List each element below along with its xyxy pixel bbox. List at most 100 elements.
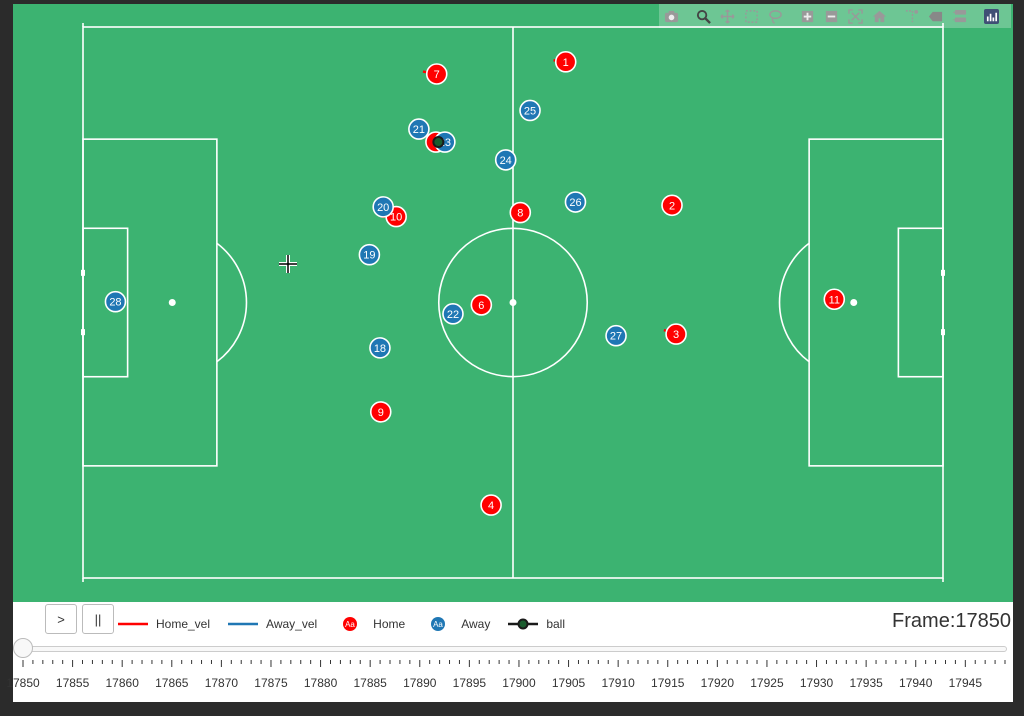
slider-tick-label[interactable]: 17940 xyxy=(899,676,932,690)
legend-item-home-vel[interactable]: Home_vel xyxy=(118,617,210,631)
zoom-in-icon xyxy=(801,10,813,22)
home-player-1[interactable]: 1 xyxy=(554,51,577,73)
zoom-out-icon xyxy=(825,10,837,22)
play-button[interactable]: > xyxy=(45,604,77,634)
animation-controls: > || Home_vel Away_vel Aa Home Aa Away ball Fr… xyxy=(6,602,1013,702)
home-player-8[interactable]: 8 xyxy=(509,201,532,224)
left-penalty-arc xyxy=(216,242,248,363)
home-player-11[interactable]: 11 xyxy=(823,288,846,311)
zoom-out-button[interactable] xyxy=(819,4,843,28)
away-player-27[interactable]: 27 xyxy=(605,324,627,347)
home-player-number: 8 xyxy=(517,208,523,220)
camera-button[interactable] xyxy=(659,4,683,28)
slider-tick-label[interactable]: 17910 xyxy=(601,676,634,690)
away-player-18[interactable]: 18 xyxy=(369,337,391,359)
plotly-logo-button[interactable] xyxy=(979,4,1003,28)
away-player-26[interactable]: 26 xyxy=(564,191,587,213)
home-player-number: 4 xyxy=(488,500,494,512)
autoscale-button[interactable] xyxy=(843,4,867,28)
home-player-9[interactable]: 9 xyxy=(369,401,392,423)
legend-item-ball[interactable]: ball xyxy=(508,617,565,631)
away-player-20[interactable]: 20 xyxy=(372,196,394,218)
svg-text:Aa: Aa xyxy=(345,620,355,629)
away-player-22[interactable]: 22 xyxy=(442,303,464,325)
slider-tick-label[interactable]: 17920 xyxy=(701,676,734,690)
legend-symbol xyxy=(508,617,540,631)
slider-tick-label[interactable]: 17850 xyxy=(6,676,39,690)
box-select-icon xyxy=(744,9,758,23)
slider-tick-label[interactable]: 17900 xyxy=(502,676,535,690)
home-player-number: 2 xyxy=(669,200,675,212)
ball-marker[interactable] xyxy=(432,136,445,149)
slider-tick-label[interactable]: 17870 xyxy=(205,676,238,690)
legend-label: ball xyxy=(546,617,566,631)
away-player-19[interactable]: 19 xyxy=(358,243,381,266)
away-player-number: 26 xyxy=(569,197,581,209)
legend-item-away[interactable]: Aa Away xyxy=(423,617,490,631)
away-player-number: 28 xyxy=(109,297,121,309)
zoom-in-button[interactable] xyxy=(795,4,819,28)
home-player-2[interactable]: 2 xyxy=(661,194,683,217)
slider-rail[interactable] xyxy=(21,646,1007,652)
slider-tick-label[interactable]: 17915 xyxy=(651,676,684,690)
home-player-3[interactable]: 3 xyxy=(665,323,687,345)
away-player-number: 24 xyxy=(500,155,512,167)
slider-tick-label[interactable]: 17935 xyxy=(849,676,882,690)
right-penalty-arc xyxy=(778,242,810,363)
spike-lines-button[interactable] xyxy=(899,4,923,28)
home-player-number: 11 xyxy=(829,294,840,306)
home-player-4[interactable]: 4 xyxy=(480,494,502,516)
left-goal-post xyxy=(81,269,85,276)
slider-tick-label[interactable]: 17895 xyxy=(453,676,486,690)
slider-tick-label[interactable]: 17855 xyxy=(56,676,89,690)
away-player-number: 19 xyxy=(363,250,375,262)
camera-icon xyxy=(664,10,678,22)
slider-tick-label[interactable]: 17875 xyxy=(254,676,287,690)
hover-compare-button[interactable] xyxy=(947,4,971,28)
slider-tick-label[interactable]: 17880 xyxy=(304,676,337,690)
hover-compare-icon xyxy=(952,9,966,22)
pitch-plot-area[interactable]: 17810269411352821232524202619221827 xyxy=(13,4,1013,602)
slider-tick-label[interactable]: 17945 xyxy=(949,676,982,690)
home-player-6[interactable]: 6 xyxy=(470,294,493,316)
home-player-7[interactable]: 7 xyxy=(425,63,448,85)
away-player-24[interactable]: 24 xyxy=(494,149,517,171)
legend-item-away-vel[interactable]: Away_vel xyxy=(228,617,317,631)
slider-tick-label[interactable]: 17885 xyxy=(353,676,386,690)
hover-closest-button[interactable] xyxy=(923,4,947,28)
pan-button[interactable] xyxy=(715,4,739,28)
slider-tick-label[interactable]: 17930 xyxy=(800,676,833,690)
slider-tick-label[interactable]: 17925 xyxy=(750,676,783,690)
slider-ticks xyxy=(22,660,1006,667)
legend-label: Away xyxy=(461,617,491,631)
pause-button[interactable]: || xyxy=(82,604,114,634)
home-player-number: 3 xyxy=(673,329,679,341)
modebar xyxy=(659,4,1011,28)
away-player-21[interactable]: 21 xyxy=(408,118,430,140)
legend-symbol: Aa xyxy=(335,617,367,631)
slider-handle[interactable] xyxy=(13,638,33,658)
left-penalty-box xyxy=(82,138,218,467)
home-player-number: 9 xyxy=(378,407,384,419)
away-player-28[interactable]: 28 xyxy=(104,290,127,313)
legend-label: Away_vel xyxy=(266,617,318,631)
slider-tick-label[interactable]: 17905 xyxy=(552,676,585,690)
slider-tick-label[interactable]: 17890 xyxy=(403,676,436,690)
away-player-25[interactable]: 25 xyxy=(519,99,541,122)
right-penalty-spot xyxy=(850,299,858,306)
reset-axes-icon xyxy=(872,10,886,22)
zoom-icon xyxy=(696,9,711,24)
legend-symbol: Aa xyxy=(423,617,455,631)
reset-axes-button[interactable] xyxy=(867,4,891,28)
pitch-markings xyxy=(81,23,945,582)
hover-closest-icon xyxy=(928,11,942,21)
legend-symbol xyxy=(118,617,150,631)
slider-tick-label[interactable]: 17860 xyxy=(106,676,139,690)
legend-item-home[interactable]: Aa Home xyxy=(335,617,405,631)
home-player-number: 6 xyxy=(478,300,484,312)
zoom-button[interactable] xyxy=(691,4,715,28)
slider-tick-label[interactable]: 17865 xyxy=(155,676,188,690)
box-select-button[interactable] xyxy=(739,4,763,28)
lasso-select-button[interactable] xyxy=(763,4,787,28)
legend-symbol xyxy=(228,617,260,631)
